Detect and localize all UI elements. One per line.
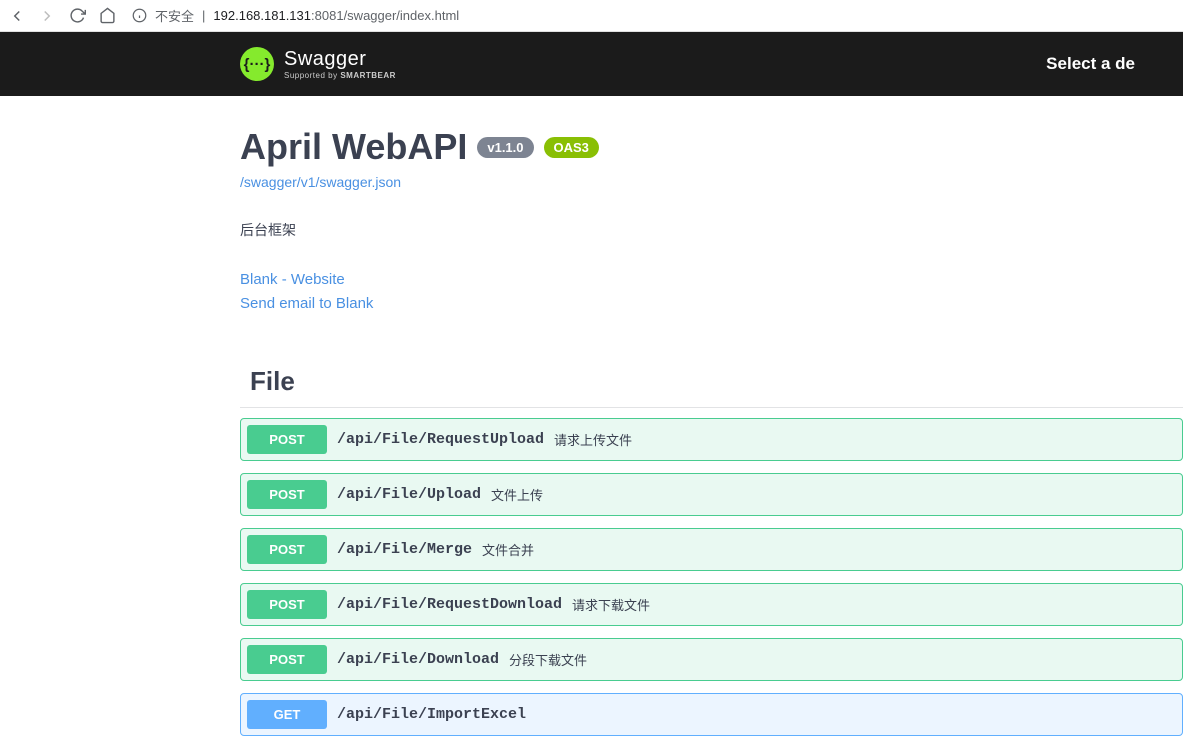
info-icon [132,8,147,23]
divider: | [202,8,205,23]
browser-toolbar: 不安全 | 192.168.181.131:8081/swagger/index… [0,0,1183,32]
method-badge: POST [247,480,327,509]
url-port: :8081 [311,8,344,23]
api-title: April WebAPI v1.1.0 OAS3 [240,126,1183,168]
opblock-get[interactable]: GET/api/File/ImportExcel [240,693,1183,736]
swagger-topbar: {···} Swagger Supported by SMARTBEAR Sel… [0,32,1183,96]
tag-section: File POST/api/File/RequestUpload请求上传文件PO… [240,366,1183,736]
operation-path: /api/File/Merge [337,541,472,558]
method-badge: POST [247,535,327,564]
operation-path: /api/File/Download [337,651,499,668]
operation-summary: 请求下载文件 [572,595,650,614]
operations-list: POST/api/File/RequestUpload请求上传文件POST/ap… [240,407,1183,736]
opblock-post[interactable]: POST/api/File/Merge 文件合并 [240,528,1183,571]
spec-link[interactable]: /swagger/v1/swagger.json [240,174,401,190]
swagger-badge-icon: {···} [240,47,274,81]
version-badge: v1.1.0 [477,137,533,158]
back-icon[interactable] [8,7,26,25]
swagger-subtitle: Supported by SMARTBEAR [284,71,396,80]
api-description: 后台框架 [240,220,1183,240]
address-bar[interactable]: 不安全 | 192.168.181.131:8081/swagger/index… [128,6,1175,25]
opblock-post[interactable]: POST/api/File/RequestDownload 请求下载文件 [240,583,1183,626]
oas-badge: OAS3 [544,137,599,158]
method-badge: POST [247,645,327,674]
meta-links: Blank - Website Send email to Blank [240,268,1183,316]
tag-header[interactable]: File [240,366,1183,407]
operation-summary: 请求上传文件 [554,430,632,449]
operation-path: /api/File/RequestDownload [337,596,562,613]
url-path: /swagger/index.html [344,8,460,23]
operation-path: /api/File/RequestUpload [337,431,544,448]
operation-summary: 文件上传 [491,485,543,504]
method-badge: POST [247,425,327,454]
method-badge: GET [247,700,327,729]
website-link[interactable]: Blank - Website [240,268,1183,292]
main-content: April WebAPI v1.1.0 OAS3 /swagger/v1/swa… [0,96,1183,736]
forward-icon[interactable] [38,7,56,25]
topbar-right-label[interactable]: Select a de [1046,54,1135,74]
home-icon[interactable] [98,7,116,25]
operation-path: /api/File/ImportExcel [337,706,526,723]
operation-path: /api/File/Upload [337,486,481,503]
opblock-post[interactable]: POST/api/File/Upload 文件上传 [240,473,1183,516]
opblock-post[interactable]: POST/api/File/RequestUpload 请求上传文件 [240,418,1183,461]
operation-summary: 分段下载文件 [509,650,587,669]
swagger-title: Swagger [284,48,396,71]
operation-summary: 文件合并 [482,540,534,559]
reload-icon[interactable] [68,7,86,25]
opblock-post[interactable]: POST/api/File/Download 分段下载文件 [240,638,1183,681]
url-host: 192.168.181.131 [213,8,311,23]
api-name: April WebAPI [240,126,467,168]
security-text: 不安全 [155,6,194,25]
swagger-logo[interactable]: {···} Swagger Supported by SMARTBEAR [240,47,396,81]
method-badge: POST [247,590,327,619]
email-link[interactable]: Send email to Blank [240,292,1183,316]
